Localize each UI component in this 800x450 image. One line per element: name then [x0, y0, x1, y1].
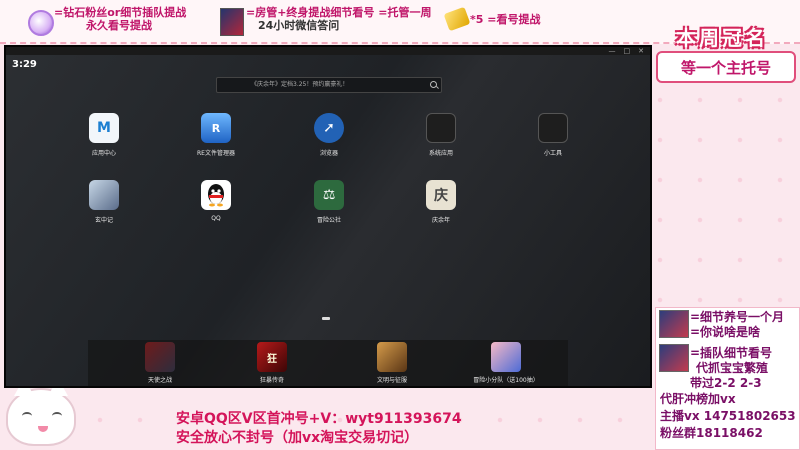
info-line: 带过2-2 2-3 — [690, 376, 762, 390]
five-gift-note: *5 =看号提战 — [470, 13, 541, 26]
system-apps-icon — [426, 113, 456, 143]
app-qq[interactable]: QQ — [176, 180, 256, 222]
thumb-icon — [659, 344, 689, 372]
dock-app-civilization[interactable]: 文明与征服 — [352, 342, 432, 384]
android-home-screen: 3:29 《庆余年》定档3.25！预约赢豪礼！ M 应用中心 R RE文件管理器… — [6, 55, 650, 386]
side-info-panel: =细节养号一个月 =你说啥是啥 =插队细节看号 代抓宝宝繁殖 带过2-2 2-3… — [655, 307, 800, 450]
info-line: =你说啥是啥 — [690, 325, 761, 339]
manager-avatar-icon — [220, 8, 244, 36]
app-label: RE文件管理器 — [197, 150, 235, 157]
sponsor-text: 等一个主托号 — [680, 58, 771, 77]
re-file-manager-icon: R — [201, 113, 231, 143]
app-label: 应用中心 — [91, 150, 116, 157]
adventure-guild-icon: ⚖ — [314, 180, 344, 210]
search-icon[interactable] — [430, 81, 437, 88]
emulator-titlebar: — □ ✕ — [6, 47, 650, 55]
app-label: QQ — [211, 215, 221, 222]
sponsor-box: 等一个主托号 — [656, 51, 796, 83]
tools-icon — [538, 113, 568, 143]
app-label: 冒险公社 — [316, 217, 341, 224]
app-system-apps[interactable]: 系统应用 — [401, 113, 481, 157]
info-line: 代抓宝宝繁殖 — [696, 361, 769, 375]
diamond-line2: 永久看号提战 — [86, 19, 152, 32]
cat-mascot-icon — [6, 378, 76, 446]
manager-line2: 24小时微信答问 — [258, 19, 340, 32]
app-label: 庆余年 — [431, 217, 450, 224]
info-line: 粉丝群18118462 — [660, 426, 763, 440]
xuanzhongji-icon — [89, 180, 119, 210]
app-xuanzhongji[interactable]: 玄中记 — [64, 180, 144, 224]
window-controls: — □ ✕ — [609, 47, 645, 55]
info-line: =插队细节看号 — [690, 346, 773, 360]
app-qingyunian[interactable]: 庆 庆余年 — [401, 180, 481, 224]
kuangbao-icon: 狂 — [257, 342, 287, 372]
angel-war-icon — [145, 342, 175, 372]
stream-caption: 安卓QQ区V区首冲号+V：wyt911393674 安全放心不封号（加vx淘宝交… — [176, 410, 462, 448]
qingyunian-icon: 庆 — [426, 180, 456, 210]
manager-line1: =房管+终身提战细节看号 =托管一周 — [246, 6, 432, 19]
app-dock: 天使之战 狂 狂暴传奇 文明与征服 冒险小分队（送100抽） — [88, 340, 568, 386]
info-line: 主播vx 14751802653 — [660, 409, 796, 423]
caption-line1: 安卓QQ区V区首冲号+V：wyt911393674 — [176, 411, 462, 427]
cat-mouth — [38, 426, 48, 432]
dock-app-kuangbao[interactable]: 狂 狂暴传奇 — [232, 342, 312, 384]
app-label: 冒险小分队（送100抽） — [473, 377, 539, 384]
cat-eye — [52, 412, 62, 420]
app-tools[interactable]: 小工具 — [513, 113, 593, 157]
diamond-fan-badge-icon — [28, 10, 54, 36]
app-app-center[interactable]: M 应用中心 — [64, 113, 144, 157]
civilization-icon — [377, 342, 407, 372]
app-label: 小工具 — [543, 150, 562, 157]
close-icon[interactable]: ✕ — [638, 47, 644, 55]
caption-line2: 安全放心不封号（加vx淘宝交易切记） — [176, 430, 419, 446]
app-label: 玄中记 — [94, 217, 113, 224]
weekly-sponsor-title: 本周冠名 — [676, 26, 768, 50]
qq-icon — [201, 180, 231, 210]
app-browser[interactable]: ➚ 浏览器 — [289, 113, 369, 157]
app-label: 狂暴传奇 — [259, 377, 284, 384]
cat-eye — [22, 412, 32, 420]
app-adventure-guild[interactable]: ⚖ 冒险公社 — [289, 180, 369, 224]
maximize-icon[interactable]: □ — [624, 47, 631, 55]
dock-app-angel-war[interactable]: 天使之战 — [120, 342, 200, 384]
app-re-file-manager[interactable]: R RE文件管理器 — [176, 113, 256, 157]
app-label: 文明与征服 — [376, 377, 407, 384]
app-label: 浏览器 — [319, 150, 338, 157]
info-line: =细节养号一个月 — [690, 310, 785, 324]
app-store-icon: M — [89, 113, 119, 143]
app-label: 天使之战 — [147, 377, 172, 384]
emulator-window: — □ ✕ 3:29 《庆余年》定档3.25！预约赢豪礼！ M 应用中心 R R… — [4, 45, 652, 388]
diamond-line1: =钻石粉丝or细节插队提战 — [54, 6, 187, 19]
minimize-icon[interactable]: — — [609, 47, 616, 55]
adventure-team-icon — [491, 342, 521, 372]
page-indicator — [322, 317, 330, 320]
diamond-fan-note: =钻石粉丝or细节插队提战 永久看号提战 — [54, 6, 224, 32]
search-bar[interactable]: 《庆余年》定档3.25！预约赢豪礼！ — [216, 77, 442, 93]
info-line: 代肝冲榜加vx — [660, 392, 736, 406]
browser-icon: ➚ — [314, 113, 344, 143]
status-time: 3:29 — [12, 59, 37, 70]
dock-app-adventure-team[interactable]: 冒险小分队（送100抽） — [466, 342, 546, 384]
manager-note: =房管+终身提战细节看号 =托管一周 24小时微信答问 — [246, 6, 436, 32]
gift-icon — [443, 6, 471, 32]
thumb-icon — [659, 310, 689, 338]
search-placeholder: 《庆余年》定档3.25！预约赢豪礼！ — [251, 81, 349, 88]
app-label: 系统应用 — [428, 150, 453, 157]
